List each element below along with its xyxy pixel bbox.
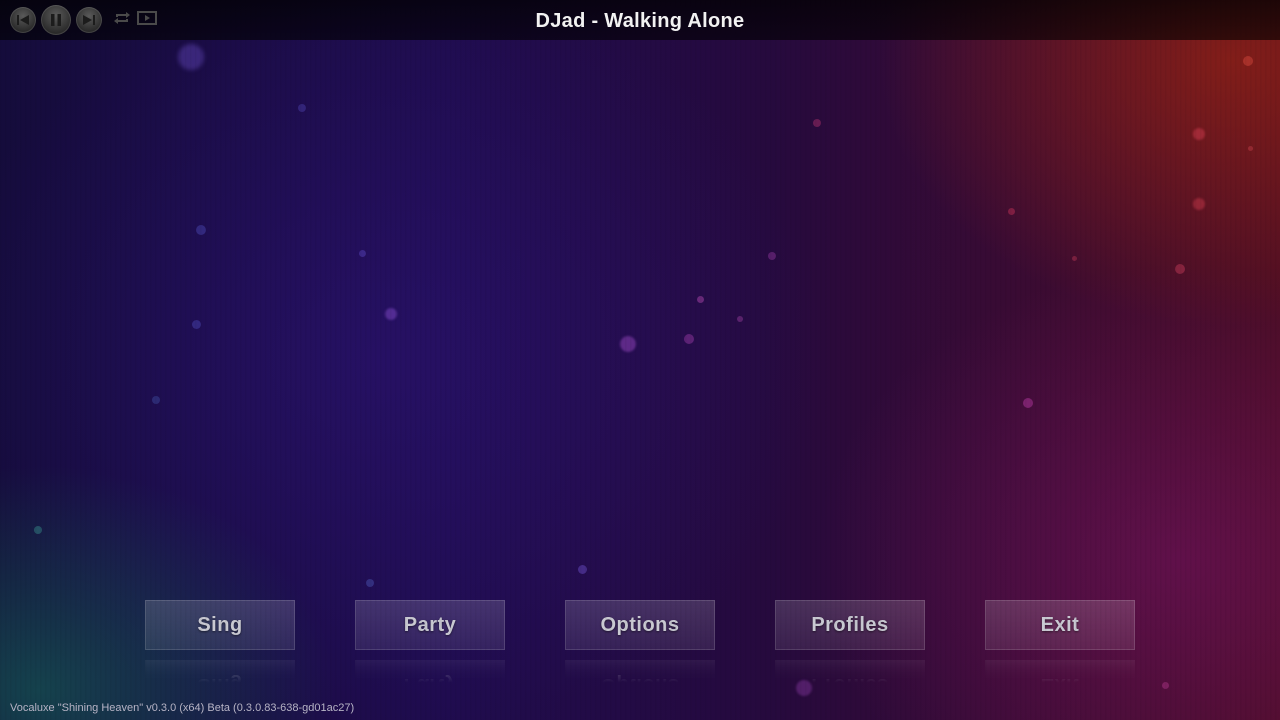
party-button-reflection: Party <box>355 660 505 710</box>
background-particle <box>737 316 743 322</box>
background-particle <box>1243 56 1253 66</box>
profiles-button-reflection: Profiles <box>775 660 925 710</box>
background-particle <box>1175 264 1185 274</box>
background-particle <box>620 336 636 352</box>
background-particle <box>768 252 776 260</box>
background-particle <box>192 320 201 329</box>
background-particle <box>298 104 306 112</box>
sing-button[interactable]: Sing <box>145 600 295 650</box>
exit-button-reflection: Exit <box>985 660 1135 710</box>
background-particle <box>1162 682 1169 689</box>
background-particle <box>34 526 42 534</box>
background-particle <box>178 44 204 70</box>
profiles-button[interactable]: Profiles <box>775 600 925 650</box>
background-particle <box>1008 208 1015 215</box>
top-bar: DJad - Walking Alone <box>0 0 1280 40</box>
background-particle <box>813 119 821 127</box>
background-particle <box>366 579 374 587</box>
options-button[interactable]: Options <box>565 600 715 650</box>
party-button[interactable]: Party <box>355 600 505 650</box>
options-button-reflection: Options <box>565 660 715 710</box>
exit-button[interactable]: Exit <box>985 600 1135 650</box>
background-particle <box>697 296 704 303</box>
background-particle <box>385 308 397 320</box>
background-particle <box>1193 128 1205 140</box>
background-particle <box>196 225 206 235</box>
song-title: DJad - Walking Alone <box>535 10 745 32</box>
background-particle <box>359 250 366 257</box>
background-particle <box>578 565 587 574</box>
background-particle <box>684 334 694 344</box>
background-particle <box>1023 398 1033 408</box>
background-particle <box>1193 198 1205 210</box>
background-particle <box>152 396 160 404</box>
background-particle <box>1248 146 1253 151</box>
version-text: Vocaluxe "Shining Heaven" v0.3.0 (x64) B… <box>10 702 355 714</box>
background-particle <box>1072 256 1077 261</box>
main-menu-screen: DJad - Walking Alone Sing Party Options … <box>0 0 1280 720</box>
